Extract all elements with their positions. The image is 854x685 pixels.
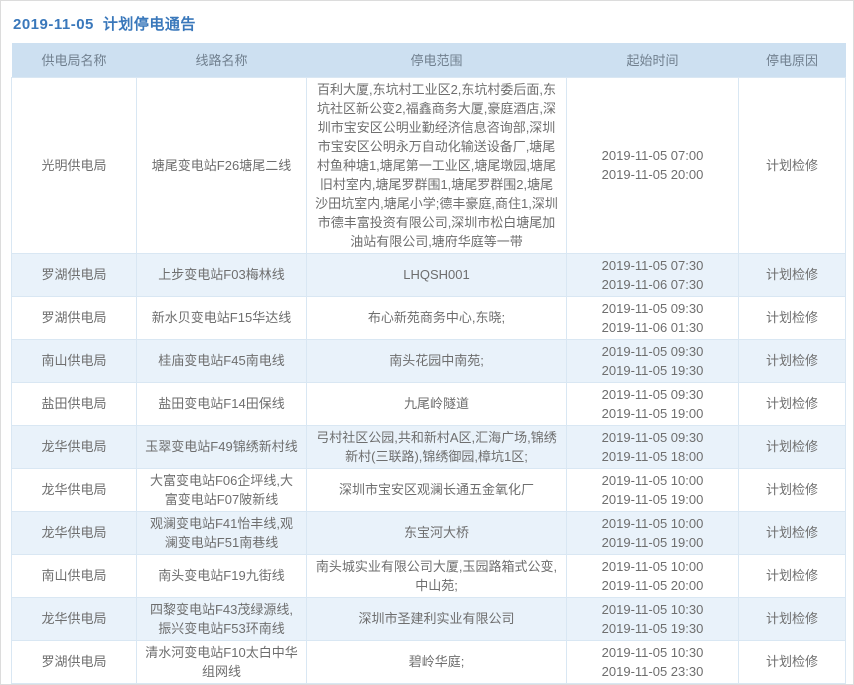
- line-cell: 新水贝变电站F15华达线: [137, 296, 307, 339]
- bureau-cell: 龙华供电局: [12, 511, 137, 554]
- reason-cell: 计划检修: [739, 597, 846, 640]
- scope-cell: 东宝河大桥: [307, 511, 567, 554]
- bureau-cell: 光明供电局: [12, 77, 137, 253]
- time-cell: 2019-11-05 10:00 2019-11-05 19:00: [567, 511, 739, 554]
- page-title: 2019-11-05 计划停电通告: [11, 11, 844, 43]
- scope-cell: 南头城实业有限公司大厦,玉园路箱式公变,中山苑;: [307, 554, 567, 597]
- reason-cell: 计划检修: [739, 296, 846, 339]
- header-row: 供电局名称 线路名称 停电范围 起始时间 停电原因: [12, 43, 846, 77]
- start-time: 2019-11-05 09:30: [575, 385, 730, 404]
- table-row: 南山供电局 南头变电站F19九街线 南头城实业有限公司大厦,玉园路箱式公变,中山…: [12, 554, 846, 597]
- table-row: 南山供电局 桂庙变电站F45南电线 南头花园中南苑; 2019-11-05 09…: [12, 339, 846, 382]
- time-cell: 2019-11-05 10:00 2019-11-05 20:00: [567, 554, 739, 597]
- table-row: 罗湖供电局 上步变电站F03梅林线 LHQSH001 2019-11-05 07…: [12, 253, 846, 296]
- start-time: 2019-11-05 07:00: [575, 146, 730, 165]
- end-time: 2019-11-05 20:00: [575, 576, 730, 595]
- time-cell: 2019-11-05 09:30 2019-11-05 19:30: [567, 339, 739, 382]
- scope-cell: 南头花园中南苑;: [307, 339, 567, 382]
- scope-cell: 深圳市圣建利实业有限公司: [307, 597, 567, 640]
- outage-table: 供电局名称 线路名称 停电范围 起始时间 停电原因 光明供电局 塘尾变电站F26…: [11, 43, 846, 684]
- line-cell: 观澜变电站F41怡丰线,观澜变电站F51南巷线: [137, 511, 307, 554]
- end-time: 2019-11-05 19:00: [575, 490, 730, 509]
- start-time: 2019-11-05 10:00: [575, 471, 730, 490]
- start-time: 2019-11-05 10:00: [575, 557, 730, 576]
- end-time: 2019-11-05 18:00: [575, 447, 730, 466]
- bureau-cell: 罗湖供电局: [12, 253, 137, 296]
- end-time: 2019-11-05 20:00: [575, 165, 730, 184]
- line-cell: 桂庙变电站F45南电线: [137, 339, 307, 382]
- reason-cell: 计划检修: [739, 382, 846, 425]
- start-time: 2019-11-05 09:30: [575, 428, 730, 447]
- reason-cell: 计划检修: [739, 468, 846, 511]
- line-cell: 四黎变电站F43茂绿源线,振兴变电站F53环南线: [137, 597, 307, 640]
- line-cell: 塘尾变电站F26塘尾二线: [137, 77, 307, 253]
- table-row: 盐田供电局 盐田变电站F14田保线 九尾岭隧道 2019-11-05 09:30…: [12, 382, 846, 425]
- start-time: 2019-11-05 09:30: [575, 342, 730, 361]
- column-header-start-time: 起始时间: [567, 43, 739, 77]
- line-cell: 南头变电站F19九街线: [137, 554, 307, 597]
- scope-cell: 布心新苑商务中心,东晓;: [307, 296, 567, 339]
- reason-cell: 计划检修: [739, 554, 846, 597]
- column-header-scope: 停电范围: [307, 43, 567, 77]
- notice-title-text: 计划停电通告: [103, 16, 196, 33]
- end-time: 2019-11-05 23:30: [575, 662, 730, 681]
- end-time: 2019-11-06 01:30: [575, 318, 730, 337]
- reason-cell: 计划检修: [739, 77, 846, 253]
- table-row: 龙华供电局 大富变电站F06企坪线,大富变电站F07陂新线 深圳市宝安区观澜长通…: [12, 468, 846, 511]
- time-cell: 2019-11-05 10:00 2019-11-05 19:00: [567, 468, 739, 511]
- line-cell: 玉翠变电站F49锦绣新村线: [137, 425, 307, 468]
- time-cell: 2019-11-05 09:30 2019-11-06 01:30: [567, 296, 739, 339]
- reason-cell: 计划检修: [739, 253, 846, 296]
- end-time: 2019-11-06 07:30: [575, 275, 730, 294]
- time-cell: 2019-11-05 07:30 2019-11-06 07:30: [567, 253, 739, 296]
- end-time: 2019-11-05 19:00: [575, 533, 730, 552]
- table-row: 罗湖供电局 新水贝变电站F15华达线 布心新苑商务中心,东晓; 2019-11-…: [12, 296, 846, 339]
- bureau-cell: 盐田供电局: [12, 382, 137, 425]
- scope-cell: LHQSH001: [307, 253, 567, 296]
- outage-notice-page: 2019-11-05 计划停电通告 供电局名称 线路名称 停电范围 起始时间 停电…: [1, 1, 853, 684]
- line-cell: 上步变电站F03梅林线: [137, 253, 307, 296]
- reason-cell: 计划检修: [739, 511, 846, 554]
- table-row: 龙华供电局 玉翠变电站F49锦绣新村线 弓村社区公园,共和新村A区,汇海广场,锦…: [12, 425, 846, 468]
- start-time: 2019-11-05 10:30: [575, 643, 730, 662]
- outage-table-header: 供电局名称 线路名称 停电范围 起始时间 停电原因: [12, 43, 846, 77]
- column-header-bureau: 供电局名称: [12, 43, 137, 77]
- start-time: 2019-11-05 10:30: [575, 600, 730, 619]
- bureau-cell: 南山供电局: [12, 339, 137, 382]
- column-header-reason: 停电原因: [739, 43, 846, 77]
- reason-cell: 计划检修: [739, 339, 846, 382]
- time-cell: 2019-11-05 09:30 2019-11-05 19:00: [567, 382, 739, 425]
- scope-cell: 深圳市宝安区观澜长通五金氧化厂: [307, 468, 567, 511]
- scope-cell: 弓村社区公园,共和新村A区,汇海广场,锦绣新村(三联路),锦绣御园,樟坑1区;: [307, 425, 567, 468]
- bureau-cell: 南山供电局: [12, 554, 137, 597]
- scope-cell: 百利大厦,东坑村工业区2,东坑村委后面,东坑社区新公变2,福鑫商务大厦,豪庭酒店…: [307, 77, 567, 253]
- reason-cell: 计划检修: [739, 425, 846, 468]
- end-time: 2019-11-05 19:00: [575, 404, 730, 423]
- outage-table-body: 光明供电局 塘尾变电站F26塘尾二线 百利大厦,东坑村工业区2,东坑村委后面,东…: [12, 77, 846, 683]
- scope-cell: 九尾岭隧道: [307, 382, 567, 425]
- time-cell: 2019-11-05 09:30 2019-11-05 18:00: [567, 425, 739, 468]
- table-row: 龙华供电局 四黎变电站F43茂绿源线,振兴变电站F53环南线 深圳市圣建利实业有…: [12, 597, 846, 640]
- table-row: 龙华供电局 观澜变电站F41怡丰线,观澜变电站F51南巷线 东宝河大桥 2019…: [12, 511, 846, 554]
- end-time: 2019-11-05 19:30: [575, 619, 730, 638]
- start-time: 2019-11-05 07:30: [575, 256, 730, 275]
- bureau-cell: 罗湖供电局: [12, 296, 137, 339]
- line-cell: 大富变电站F06企坪线,大富变电站F07陂新线: [137, 468, 307, 511]
- table-row: 光明供电局 塘尾变电站F26塘尾二线 百利大厦,东坑村工业区2,东坑村委后面,东…: [12, 77, 846, 253]
- bureau-cell: 龙华供电局: [12, 468, 137, 511]
- bureau-cell: 龙华供电局: [12, 425, 137, 468]
- time-cell: 2019-11-05 07:00 2019-11-05 20:00: [567, 77, 739, 253]
- end-time: 2019-11-05 19:30: [575, 361, 730, 380]
- column-header-line: 线路名称: [137, 43, 307, 77]
- start-time: 2019-11-05 10:00: [575, 514, 730, 533]
- notice-date: 2019-11-05: [13, 16, 94, 33]
- start-time: 2019-11-05 09:30: [575, 299, 730, 318]
- line-cell: 盐田变电站F14田保线: [137, 382, 307, 425]
- time-cell: 2019-11-05 10:30 2019-11-05 19:30: [567, 597, 739, 640]
- bureau-cell: 龙华供电局: [12, 597, 137, 640]
